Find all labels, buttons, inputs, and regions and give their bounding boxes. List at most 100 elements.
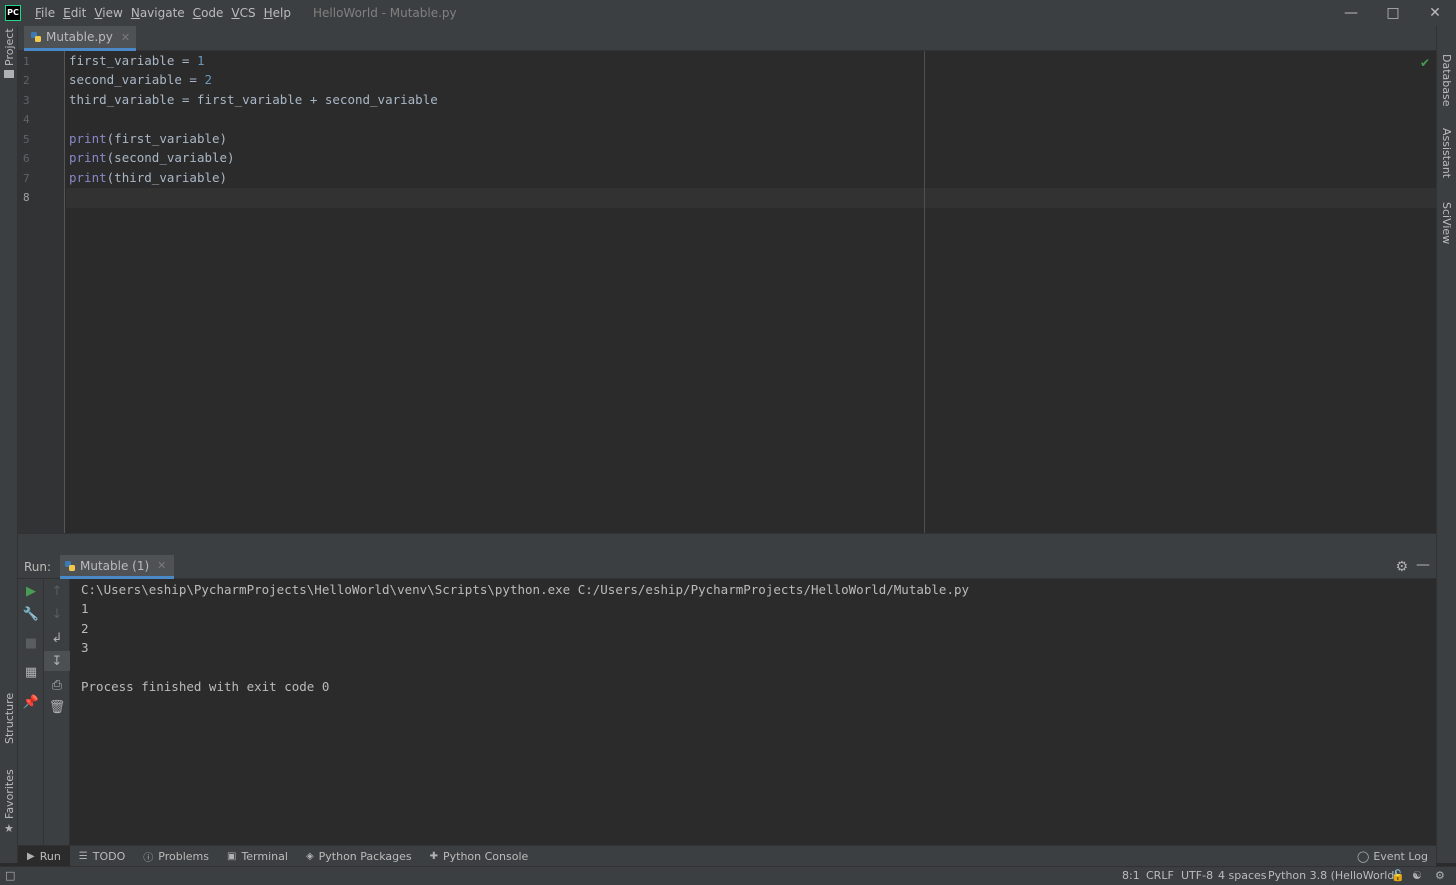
panel-splitter[interactable] (18, 533, 1436, 555)
code-line-7: print(third_variable) (69, 170, 228, 185)
lock-icon[interactable]: 🔓 (1391, 869, 1405, 882)
layout-icon[interactable]: ▦ (18, 662, 44, 682)
run-toolbar-primary: ▶ 🔧 ■ ▦ 📌 (18, 579, 44, 845)
todo-tool-button[interactable]: ☰ TODO (70, 846, 134, 867)
run-tool-button[interactable]: ▶ Run (18, 845, 70, 867)
up-arrow-icon[interactable]: ↑ (44, 581, 70, 601)
run-tool-label: Run (39, 849, 61, 863)
maximize-button[interactable]: □ (1372, 0, 1414, 26)
line-number: 7 (23, 172, 30, 185)
code-line-2: second_variable = 2 (69, 72, 212, 87)
menu-file[interactable]: File (31, 6, 59, 20)
run-console-output[interactable]: C:\Users\eship\PycharmProjects\HelloWorl… (70, 579, 1436, 845)
tab-mutable-py[interactable]: Mutable.py ✕ (24, 26, 137, 51)
trash-icon[interactable]: 🗑 (44, 697, 70, 717)
problems-tool-button[interactable]: ⓘ Problems (134, 846, 218, 867)
menu-code[interactable]: Code (189, 6, 228, 20)
line-number: 2 (23, 74, 30, 87)
inspection-ok-check-icon[interactable]: ✔ (1420, 56, 1430, 70)
window-title: HelloWorld - Mutable.py (313, 6, 457, 20)
code-line-3: third_variable = first_variable + second… (69, 92, 438, 107)
sciview-tool-button[interactable]: SciView (1440, 202, 1453, 244)
event-log-button[interactable]: ◯ Event Log (1357, 846, 1428, 867)
left-tool-strip: Project Structure Favorites ★ (0, 26, 18, 863)
event-log-icon: ◯ (1357, 850, 1370, 863)
tool-window-bar: ▶ Run ☰ TODO ⓘ Problems ▣ Terminal ◈ Python P… (18, 845, 1436, 867)
current-line-highlight (66, 188, 1436, 208)
structure-tool-button[interactable]: Structure (3, 693, 16, 744)
run-tab-mutable[interactable]: Mutable (1) ✕ (60, 555, 175, 579)
terminal-tool-button[interactable]: ▣ Terminal (218, 846, 297, 867)
python-file-icon (31, 32, 41, 42)
run-panel-header: Run: Mutable (1) ✕ ⚙ — (18, 555, 1436, 579)
console-line: 1 (81, 601, 89, 616)
problems-tool-label: Problems (158, 849, 209, 863)
menu-view[interactable]: View (90, 6, 126, 20)
assistant-tool-button[interactable]: Assistant (1440, 128, 1453, 178)
run-tab-close-icon[interactable]: ✕ (157, 559, 166, 572)
rerun-icon[interactable]: ▶ (18, 581, 44, 601)
console-line: 2 (81, 621, 89, 636)
pin-icon[interactable]: 📌 (18, 692, 44, 712)
python-icon (65, 560, 75, 571)
layers-icon: ◈ (305, 850, 314, 862)
console-line: Process finished with exit code 0 (81, 679, 330, 694)
menu-navigate[interactable]: Navigate (127, 6, 189, 20)
gear-icon[interactable]: ⚙ (1395, 559, 1408, 575)
python-packages-tool-label: Python Packages (318, 849, 412, 863)
minimize-button[interactable]: — (1330, 0, 1372, 26)
pycharm-logo-icon: PC (5, 5, 21, 21)
menu-bar: PC File Edit View Navigate Code VCS Help… (0, 0, 1456, 26)
inspector-icon[interactable]: ☯ (1412, 869, 1422, 882)
python-console-icon: ✚ (429, 850, 438, 862)
python-interpreter[interactable]: Python 3.8 (HelloWorld) (1268, 869, 1399, 882)
indent-setting[interactable]: 4 spaces (1218, 869, 1267, 882)
wrench-icon[interactable]: 🔧 (18, 604, 44, 624)
terminal-icon: ▣ (226, 850, 237, 862)
print-icon[interactable]: ⎙ (44, 675, 70, 695)
code-editor[interactable]: 1 2 3 4 5 6 7 8 first_variable = 1 secon… (18, 51, 1436, 533)
event-log-label: Event Log (1373, 850, 1428, 863)
run-toolbar-secondary: ↑ ↓ ↲ ↧ ⎙ 🗑 (44, 579, 70, 845)
toggle-tool-windows-icon[interactable]: □ (5, 869, 15, 882)
console-line: C:\Users\eship\PycharmProjects\HelloWorl… (81, 582, 970, 597)
database-tool-button[interactable]: Database (1440, 54, 1453, 107)
down-arrow-icon[interactable]: ↓ (44, 604, 70, 624)
soft-wrap-icon[interactable]: ↲ (44, 628, 70, 648)
file-encoding[interactable]: UTF-8 (1181, 869, 1213, 882)
close-window-button[interactable]: ✕ (1414, 0, 1456, 26)
stop-icon[interactable]: ■ (18, 633, 44, 653)
line-number: 3 (23, 94, 30, 107)
run-icon: ▶ (27, 850, 35, 862)
code-line-6: print(second_variable) (69, 150, 235, 165)
tab-label: Mutable.py (46, 30, 113, 44)
terminal-tool-label: Terminal (241, 849, 288, 863)
favorites-tool-button[interactable]: Favorites (3, 769, 16, 819)
line-number-current: 8 (23, 191, 30, 204)
right-margin-guide (924, 51, 925, 533)
menu-edit[interactable]: Edit (59, 6, 90, 20)
list-icon: ☰ (78, 850, 88, 862)
run-tab-label: Mutable (1) (80, 558, 150, 573)
settings-gear-icon[interactable]: ⚙ (1435, 869, 1445, 882)
right-tool-strip: Database Assistant SciView (1436, 26, 1456, 863)
scroll-to-end-icon[interactable]: ↧ (44, 651, 70, 671)
line-number: 6 (23, 152, 30, 165)
python-packages-tool-button[interactable]: ◈ Python Packages (297, 846, 421, 867)
status-bar: □ 8:1 CRLF UTF-8 4 spaces Python 3.8 (He… (0, 866, 1456, 885)
line-separator[interactable]: CRLF (1146, 869, 1174, 882)
tab-close-icon[interactable]: ✕ (121, 31, 130, 44)
menu-help[interactable]: Help (260, 6, 295, 20)
hide-panel-icon[interactable]: — (1416, 557, 1430, 573)
python-console-tool-label: Python Console (442, 849, 529, 863)
editor-tab-bar: Mutable.py ✕ (18, 26, 1436, 51)
project-tool-button[interactable]: Project (3, 28, 16, 66)
line-number-gutter: 1 2 3 4 5 6 7 8 (18, 51, 65, 533)
menu-vcs[interactable]: VCS (227, 6, 259, 20)
caret-position[interactable]: 8:1 (1122, 869, 1140, 882)
python-console-tool-button[interactable]: ✚ Python Console (421, 846, 538, 867)
line-number: 5 (23, 133, 30, 146)
line-number: 4 (23, 113, 30, 126)
code-line-1: first_variable = 1 (69, 53, 205, 68)
code-line-5: print(first_variable) (69, 131, 228, 146)
